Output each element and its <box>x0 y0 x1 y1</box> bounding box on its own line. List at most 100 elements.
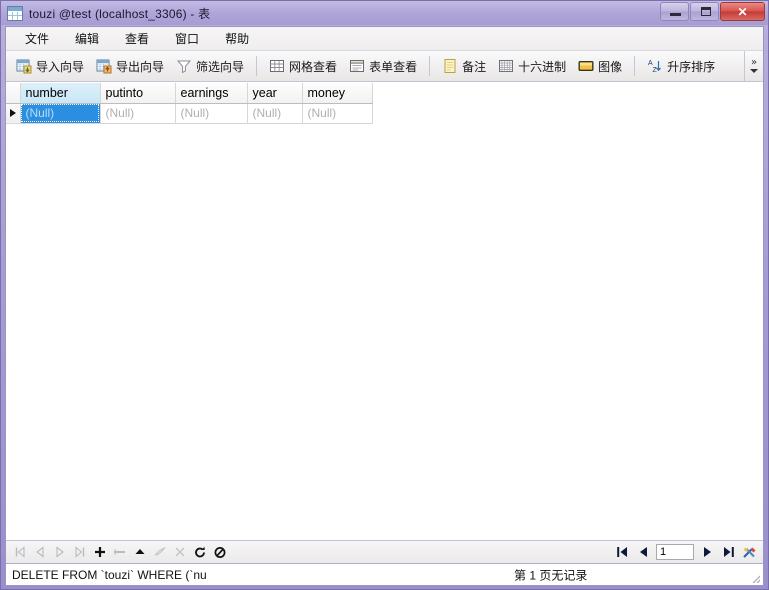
grid-view-button[interactable]: 网格查看 <box>263 53 343 79</box>
funnel-icon <box>176 60 192 74</box>
export-wizard-label: 导出向导 <box>116 59 165 74</box>
application-window: touzi @test (localhost_3306) - 表 ✕ 文件 编辑… <box>0 0 769 590</box>
menu-help[interactable]: 帮助 <box>212 27 262 50</box>
maximize-button[interactable] <box>690 2 719 21</box>
nav-add-record-button[interactable] <box>90 542 110 562</box>
toolbar-separator-2 <box>429 56 431 76</box>
menu-file[interactable]: 文件 <box>12 27 62 50</box>
filter-wizard-button[interactable]: 筛选向导 <box>170 53 250 79</box>
memo-button[interactable]: 备注 <box>436 53 492 79</box>
page-first-icon <box>616 547 627 557</box>
minus-icon <box>114 549 125 555</box>
menu-window[interactable]: 窗口 <box>162 27 212 50</box>
hex-button[interactable]: 十六进制 <box>492 53 572 79</box>
column-header-putinto[interactable]: putinto <box>100 83 176 104</box>
menu-bar: 文件 编辑 查看 窗口 帮助 <box>6 27 763 51</box>
resize-grip[interactable] <box>750 573 760 583</box>
tools-icon <box>742 547 755 558</box>
minimize-button[interactable] <box>660 2 689 21</box>
row-selector[interactable] <box>6 103 21 124</box>
menu-view[interactable]: 查看 <box>112 27 162 50</box>
toolbar-separator-3 <box>634 56 636 76</box>
import-wizard-label: 导入向导 <box>36 59 85 74</box>
page-number-input[interactable]: 1 <box>656 544 694 560</box>
stop-icon <box>214 546 226 558</box>
form-view-label: 表单查看 <box>369 59 418 74</box>
import-wizard-button[interactable]: 导入向导 <box>10 53 90 79</box>
refresh-icon <box>195 546 205 557</box>
sort-ascending-label: 升序排序 <box>667 59 716 74</box>
image-label: 图像 <box>598 59 623 74</box>
column-header-number[interactable]: number <box>20 83 101 104</box>
grid-view-label: 网格查看 <box>289 59 338 74</box>
column-header-money[interactable]: money <box>302 83 373 104</box>
close-button[interactable]: ✕ <box>720 2 765 21</box>
current-row-arrow-icon <box>10 109 16 117</box>
nav-refresh-button[interactable] <box>190 542 210 562</box>
cell-year[interactable]: (Null) <box>247 103 303 124</box>
table-row[interactable]: (Null) (Null) (Null) (Null) (Null) <box>6 103 373 124</box>
record-navigation-bar: 1 <box>6 540 763 563</box>
nav-edit-record-button[interactable] <box>150 542 170 562</box>
apply-change-icon <box>135 549 145 554</box>
import-wizard-icon <box>16 59 32 74</box>
grid-body: (Null) (Null) (Null) (Null) (Null) <box>6 103 373 124</box>
nav-apply-change-button[interactable] <box>130 542 150 562</box>
plus-icon <box>95 547 105 557</box>
last-record-icon <box>75 546 85 558</box>
grid-table: number putinto earnings year money (Null… <box>6 83 373 124</box>
nav-delete-record-button[interactable] <box>110 542 130 562</box>
page-next-icon <box>703 547 711 557</box>
client-area: 文件 编辑 查看 窗口 帮助 导入向导 导出向导 筛选向导 网格查看 表单查看 … <box>5 26 764 586</box>
next-record-icon <box>56 546 64 558</box>
hex-icon <box>499 60 514 72</box>
pagination-controls: 1 <box>612 542 759 562</box>
page-last-button[interactable] <box>718 542 738 562</box>
cell-number[interactable]: (Null) <box>20 103 101 124</box>
cancel-change-icon <box>175 547 185 557</box>
filter-wizard-label: 筛选向导 <box>196 59 245 74</box>
nav-prev-record-button[interactable] <box>30 542 50 562</box>
menu-edit[interactable]: 编辑 <box>62 27 112 50</box>
nav-next-record-button[interactable] <box>50 542 70 562</box>
window-title: touzi @test (localhost_3306) - 表 <box>29 6 211 21</box>
minimize-icon <box>670 13 681 16</box>
page-last-icon <box>723 547 734 557</box>
nav-stop-button[interactable] <box>210 542 230 562</box>
sort-ascending-icon: A Z <box>648 60 662 74</box>
nav-first-record-button[interactable] <box>10 542 30 562</box>
svg-text:A: A <box>648 60 653 67</box>
form-view-icon <box>350 60 365 72</box>
prev-record-icon <box>36 546 44 558</box>
vertical-scrollbar[interactable] <box>760 83 763 540</box>
page-prev-button[interactable] <box>633 542 653 562</box>
chevron-right-double-icon: » <box>750 57 758 68</box>
toolbar-separator-1 <box>256 56 258 76</box>
nav-cancel-change-button[interactable] <box>170 542 190 562</box>
data-grid[interactable]: number putinto earnings year money (Null… <box>6 82 763 540</box>
sort-ascending-button[interactable]: A Z 升序排序 <box>641 53 721 79</box>
cell-money[interactable]: (Null) <box>302 103 373 124</box>
hex-label: 十六进制 <box>518 59 567 74</box>
page-prev-icon <box>639 547 647 557</box>
cell-earnings[interactable]: (Null) <box>175 103 248 124</box>
toolbar-overflow-button[interactable]: » <box>744 51 763 81</box>
first-record-icon <box>15 546 25 558</box>
export-wizard-button[interactable]: 导出向导 <box>90 53 170 79</box>
cell-putinto[interactable]: (Null) <box>100 103 176 124</box>
status-page-info: 第 1 页无记录 <box>514 568 588 582</box>
form-view-button[interactable]: 表单查看 <box>343 53 423 79</box>
nav-last-record-button[interactable] <box>70 542 90 562</box>
row-header-corner <box>6 83 21 104</box>
toolbar: 导入向导 导出向导 筛选向导 网格查看 表单查看 备注 十六进制 图像 A Z … <box>6 51 763 82</box>
status-bar: DELETE FROM `touzi` WHERE (`nu 第 1 页无记录 <box>6 563 763 585</box>
grid-options-button[interactable] <box>739 542 759 562</box>
edit-record-icon <box>154 546 167 556</box>
window-controls: ✕ <box>660 2 765 21</box>
image-button[interactable]: 图像 <box>572 53 628 79</box>
page-next-button[interactable] <box>697 542 717 562</box>
page-first-button[interactable] <box>612 542 632 562</box>
status-sql-text: DELETE FROM `touzi` WHERE (`nu <box>12 567 207 582</box>
column-header-earnings[interactable]: earnings <box>175 83 248 104</box>
column-header-year[interactable]: year <box>247 83 303 104</box>
